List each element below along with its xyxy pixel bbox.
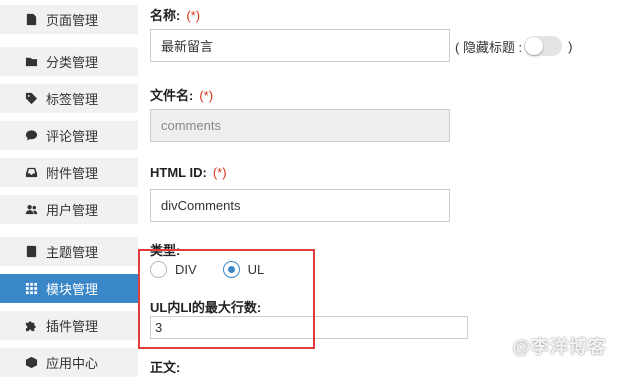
name-label-text: 名称:	[150, 8, 181, 23]
ul-max-label: UL内LI的最大行数:	[150, 300, 262, 315]
required-marker: (*)	[186, 8, 201, 23]
sidebar-item-label: 标签管理	[46, 92, 99, 107]
radio-label: DIV	[175, 262, 197, 277]
hide-title-close: )	[568, 38, 573, 54]
name-input[interactable]	[150, 29, 450, 62]
type-radio-ul[interactable]: UL	[222, 261, 265, 278]
sidebar-item-label: 页面管理	[46, 13, 99, 28]
module-edit-form: 名称: (*) ( 隐藏标题 : ) 文件名: (*) HTML ID: (*) 类型…	[150, 0, 625, 377]
htmlid-label-text: HTML ID:	[150, 165, 207, 180]
comment-icon	[24, 129, 38, 143]
radio-circle	[222, 261, 240, 278]
radio-label: UL	[247, 262, 265, 277]
toggle-knob	[525, 37, 544, 55]
hide-title-toggle[interactable]	[524, 36, 563, 56]
sidebar-item-pages[interactable]: 页面管理	[0, 5, 138, 34]
type-radio-div[interactable]: DIV	[150, 261, 197, 278]
filename-input[interactable]	[150, 109, 450, 142]
sidebar-item-tags[interactable]: 标签管理	[0, 84, 138, 113]
theme-icon	[24, 245, 38, 259]
sidebar-item-categories[interactable]: 分类管理	[0, 47, 138, 76]
required-marker: (*)	[212, 165, 227, 180]
watermark: @李洋博客	[512, 337, 607, 357]
hide-title-label: ( 隐藏标题 :	[455, 39, 523, 55]
sidebar-item-label: 插件管理	[46, 319, 99, 334]
sidebar-item-plugins[interactable]: 插件管理	[0, 311, 138, 340]
required-marker: (*)	[199, 88, 214, 103]
sidebar-item-label: 分类管理	[46, 55, 99, 70]
sidebar-item-label: 用户管理	[46, 203, 99, 218]
hide-title-group: ( 隐藏标题 : )	[455, 36, 573, 56]
sidebar-item-comments[interactable]: 评论管理	[0, 121, 138, 150]
sidebar: 页面管理 分类管理 标签管理 评论管理 附件管理 用户管理 主题管理 模块管理 …	[0, 0, 138, 377]
folder-icon	[24, 55, 38, 69]
filename-label: 文件名: (*)	[150, 85, 213, 104]
inbox-icon	[24, 166, 38, 180]
radio-circle	[150, 261, 167, 278]
sidebar-item-users[interactable]: 用户管理	[0, 195, 138, 224]
type-radio-group: DIV UL	[150, 261, 290, 278]
ul-max-input[interactable]	[150, 316, 468, 339]
htmlid-label: HTML ID: (*)	[150, 165, 227, 180]
sidebar-item-label: 模块管理	[46, 282, 99, 297]
sidebar-item-themes[interactable]: 主题管理	[0, 237, 138, 266]
sidebar-item-attachments[interactable]: 附件管理	[0, 158, 138, 187]
name-label: 名称: (*)	[150, 5, 200, 24]
page-icon	[24, 13, 38, 27]
grid-icon	[24, 282, 38, 296]
users-icon	[24, 203, 38, 217]
puzzle-icon	[24, 319, 38, 333]
cube-icon	[24, 356, 38, 370]
filename-label-text: 文件名:	[150, 88, 194, 103]
sidebar-item-app-center[interactable]: 应用中心	[0, 348, 138, 377]
sidebar-item-label: 应用中心	[46, 356, 99, 371]
type-label: 类型:	[150, 243, 181, 258]
sidebar-item-label: 主题管理	[46, 245, 99, 260]
htmlid-input[interactable]	[150, 189, 450, 222]
sidebar-item-label: 评论管理	[46, 129, 99, 144]
sidebar-item-modules[interactable]: 模块管理	[0, 274, 138, 303]
sidebar-item-label: 附件管理	[46, 166, 99, 181]
tag-icon	[24, 92, 38, 106]
content-label: 正文:	[150, 360, 181, 375]
